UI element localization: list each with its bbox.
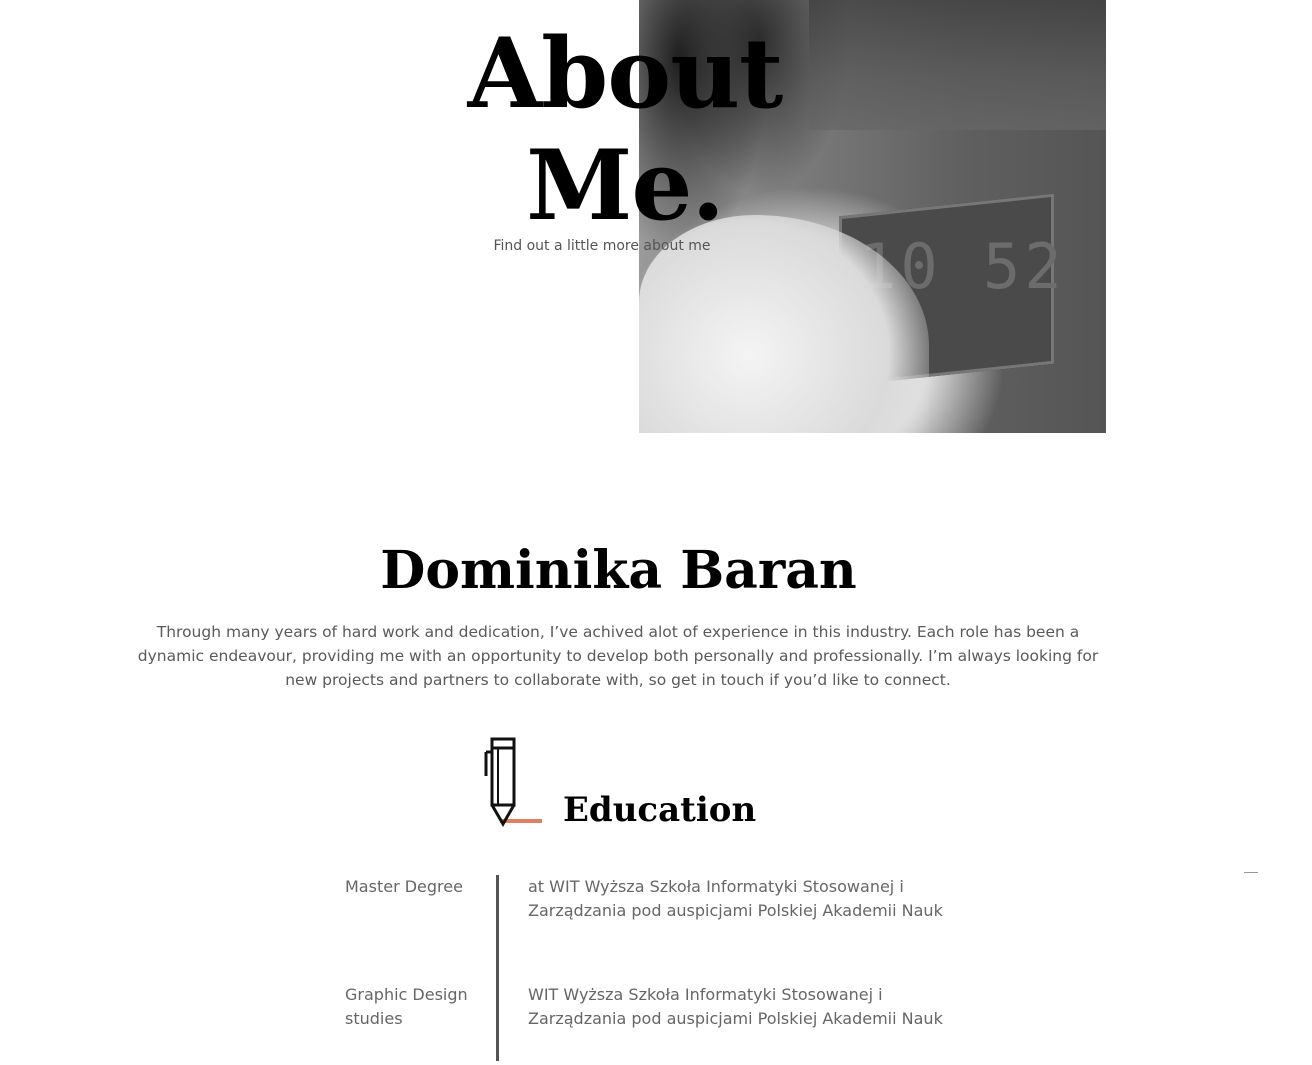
education-school: WIT Wyższa Szkoła Informatyki Stosowanej… <box>528 985 943 1028</box>
title-line-1: About <box>467 17 784 130</box>
profile-name: Dominika Baran <box>380 540 857 601</box>
profile-bio: Through many years of hard work and dedi… <box>137 623 1099 689</box>
divider <box>1244 872 1258 873</box>
education-school: at WIT Wyższa Szkoła Informatyki Stosowa… <box>528 877 943 920</box>
timeline-line <box>496 875 499 1061</box>
education-heading: Education <box>563 790 757 830</box>
page-title: About Me. <box>440 18 810 242</box>
photo-background-shelf <box>809 0 1106 130</box>
education-degree: Graphic Design studies <box>345 985 468 1028</box>
title-line-2: Me. <box>526 129 725 242</box>
page-subtitle: Find out a little more about me <box>493 238 711 254</box>
pencil-icon <box>484 737 542 827</box>
education-degree: Master Degree <box>345 877 463 896</box>
